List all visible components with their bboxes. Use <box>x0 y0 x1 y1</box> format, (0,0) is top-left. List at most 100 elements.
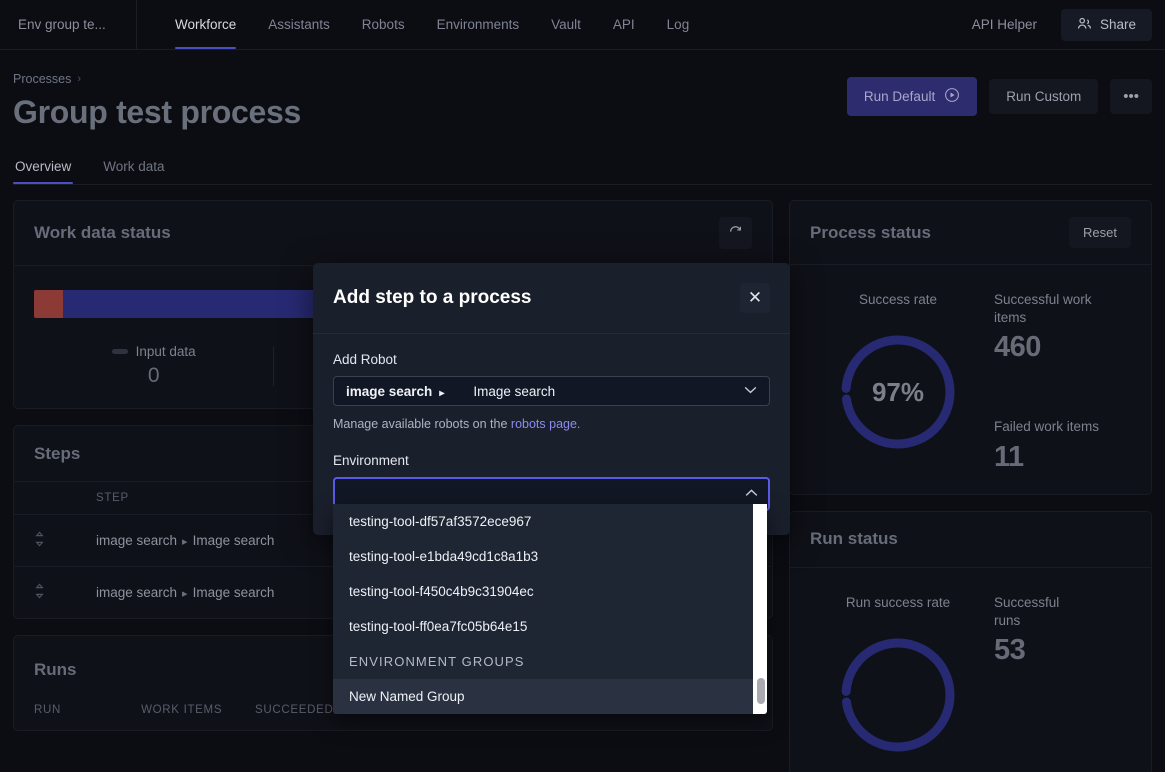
run-status-title: Run status <box>810 529 898 549</box>
run-status-metrics: Successful runs 53 <box>986 594 1131 758</box>
nav-label: Vault <box>551 17 581 32</box>
nav-label: Robots <box>361 17 405 32</box>
more-options-button[interactable]: ••• <box>1110 79 1152 114</box>
step-separator-icon: ▸ <box>182 536 188 548</box>
org-switcher[interactable]: Env group te... <box>0 0 137 49</box>
play-circle-icon <box>944 87 960 106</box>
environment-label: Environment <box>333 453 409 468</box>
share-button[interactable]: Share <box>1060 8 1152 41</box>
environment-field: Environment <box>333 453 770 511</box>
legend-item-input-data: Input data 0 <box>34 344 273 388</box>
right-column: Process status Reset Success rate 97% Su… <box>789 200 1152 772</box>
drag-handle-icon[interactable] <box>34 583 96 602</box>
card-header: Work data status <box>14 201 772 266</box>
nav-item-robots[interactable]: Robots <box>346 0 421 49</box>
metric-failed-work-items: Failed work items 11 <box>994 418 1131 473</box>
tab-label: Overview <box>15 159 72 174</box>
robot-select[interactable]: image search ▸ Image search <box>333 376 770 406</box>
list-item[interactable]: testing-tool-e1bda49cd1c8a1b3 <box>333 539 767 574</box>
step-separator-icon: ▸ <box>182 588 188 600</box>
metric-value: 53 <box>994 634 1026 667</box>
nav-item-vault[interactable]: Vault <box>535 0 597 49</box>
tab-label: Work data <box>103 159 165 174</box>
metric-value: 11 <box>994 440 1024 473</box>
metric-label: Successful work items <box>994 292 1092 326</box>
nav-item-log[interactable]: Log <box>651 0 706 49</box>
nav-label: Assistants <box>268 17 330 32</box>
card-header: Process status Reset <box>790 201 1151 265</box>
run-custom-button[interactable]: Run Custom <box>989 79 1099 114</box>
nav-label: Log <box>666 17 690 32</box>
metric-label: Successful runs <box>994 594 1060 628</box>
chevron-down-icon <box>744 385 757 397</box>
dropdown-group-header: ENVIRONMENT GROUPS <box>349 654 525 669</box>
nav-item-assistants[interactable]: Assistants <box>252 0 346 49</box>
nav-label: Environments <box>436 17 520 32</box>
donut-value: 97% <box>872 377 924 407</box>
run-success-rate-label: Run success rate <box>845 594 951 610</box>
process-status-title: Process status <box>810 222 931 242</box>
step-robot: image search <box>96 533 178 548</box>
col-step: STEP <box>96 492 129 504</box>
tab-overview[interactable]: Overview <box>13 153 74 184</box>
scrollbar-thumb[interactable] <box>757 678 765 704</box>
nav-item-environments[interactable]: Environments <box>421 0 536 49</box>
robot-select-value: Image search <box>473 383 556 399</box>
dropdown-scrollbar[interactable] <box>753 504 767 714</box>
top-bar-actions: API Helper Share <box>958 0 1165 49</box>
col-work-items: WORK ITEMS <box>141 704 223 716</box>
runs-title: Runs <box>34 660 77 679</box>
list-item[interactable]: testing-tool-f450c4b9c31904ec <box>333 574 767 609</box>
chevron-right-icon: › <box>77 73 82 85</box>
robots-page-link[interactable]: robots page. <box>511 417 581 431</box>
primary-nav: Workforce Assistants Robots Environments… <box>137 0 705 49</box>
col-run: RUN <box>34 704 62 716</box>
triangle-right-icon: ▸ <box>439 387 445 399</box>
success-rate-label: Success rate <box>858 292 938 307</box>
drag-handle-icon[interactable] <box>34 531 96 550</box>
api-helper-link[interactable]: API Helper <box>958 17 1051 32</box>
list-item[interactable]: New Named Group <box>333 679 767 714</box>
breadcrumb-processes[interactable]: Processes <box>13 72 71 86</box>
success-rate-gauge: Success rate 97% <box>810 291 986 474</box>
list-item[interactable]: testing-tool-ff0ea7fc05b64e15 <box>333 609 767 644</box>
run-success-rate-gauge: Run success rate <box>810 594 986 758</box>
nav-label: Workforce <box>175 17 237 32</box>
top-navigation-bar: Env group te... Workforce Assistants Rob… <box>0 0 1165 50</box>
bar-segment-failed <box>34 290 63 318</box>
legend-swatch <box>111 349 128 354</box>
people-icon <box>1077 17 1092 33</box>
environment-dropdown[interactable]: testing-tool-df57af3572ece967 testing-to… <box>333 504 767 714</box>
legend-label: Input data <box>135 344 196 359</box>
run-default-button[interactable]: Run Default <box>846 77 978 116</box>
add-step-modal: Add step to a process ✕ Add Robot image … <box>313 263 790 714</box>
process-status-body: Success rate 97% Successful work items 4… <box>790 265 1151 494</box>
robot-select-prefix: image search ▸ <box>346 384 444 399</box>
step-name: image search ▸ Image search <box>96 533 274 548</box>
sub-tabs: Overview Work data <box>0 153 1165 184</box>
close-icon[interactable]: ✕ <box>740 283 770 313</box>
modal-title: Add step to a process <box>333 287 532 308</box>
legend-value: 0 <box>147 364 160 387</box>
run-status-card: Run status Run success rate Successful r… <box>789 510 1152 772</box>
step-robot: image search <box>96 585 178 600</box>
metric-value: 460 <box>994 331 1041 364</box>
chevron-up-icon <box>745 488 758 500</box>
nav-label: API <box>612 17 635 32</box>
col-drag <box>34 492 96 504</box>
dropdown-scroll-area: testing-tool-df57af3572ece967 testing-to… <box>333 504 767 714</box>
refresh-icon <box>728 223 743 243</box>
list-item[interactable]: testing-tool-df57af3572ece967 <box>333 504 767 539</box>
nav-item-api[interactable]: API <box>597 0 651 49</box>
refresh-button[interactable] <box>719 217 752 249</box>
add-robot-label: Add Robot <box>333 352 397 367</box>
metric-successful-work-items: Successful work items 460 <box>994 291 1131 364</box>
card-header: Run status <box>790 512 1151 568</box>
tab-work-data[interactable]: Work data <box>101 153 166 184</box>
robots-helper-text: Manage available robots on the robots pa… <box>333 417 770 431</box>
reset-button[interactable]: Reset <box>1069 217 1131 248</box>
share-label: Share <box>1099 17 1136 32</box>
steps-title: Steps <box>34 443 81 463</box>
step-task: Image search <box>192 533 275 548</box>
nav-item-workforce[interactable]: Workforce <box>159 0 252 49</box>
